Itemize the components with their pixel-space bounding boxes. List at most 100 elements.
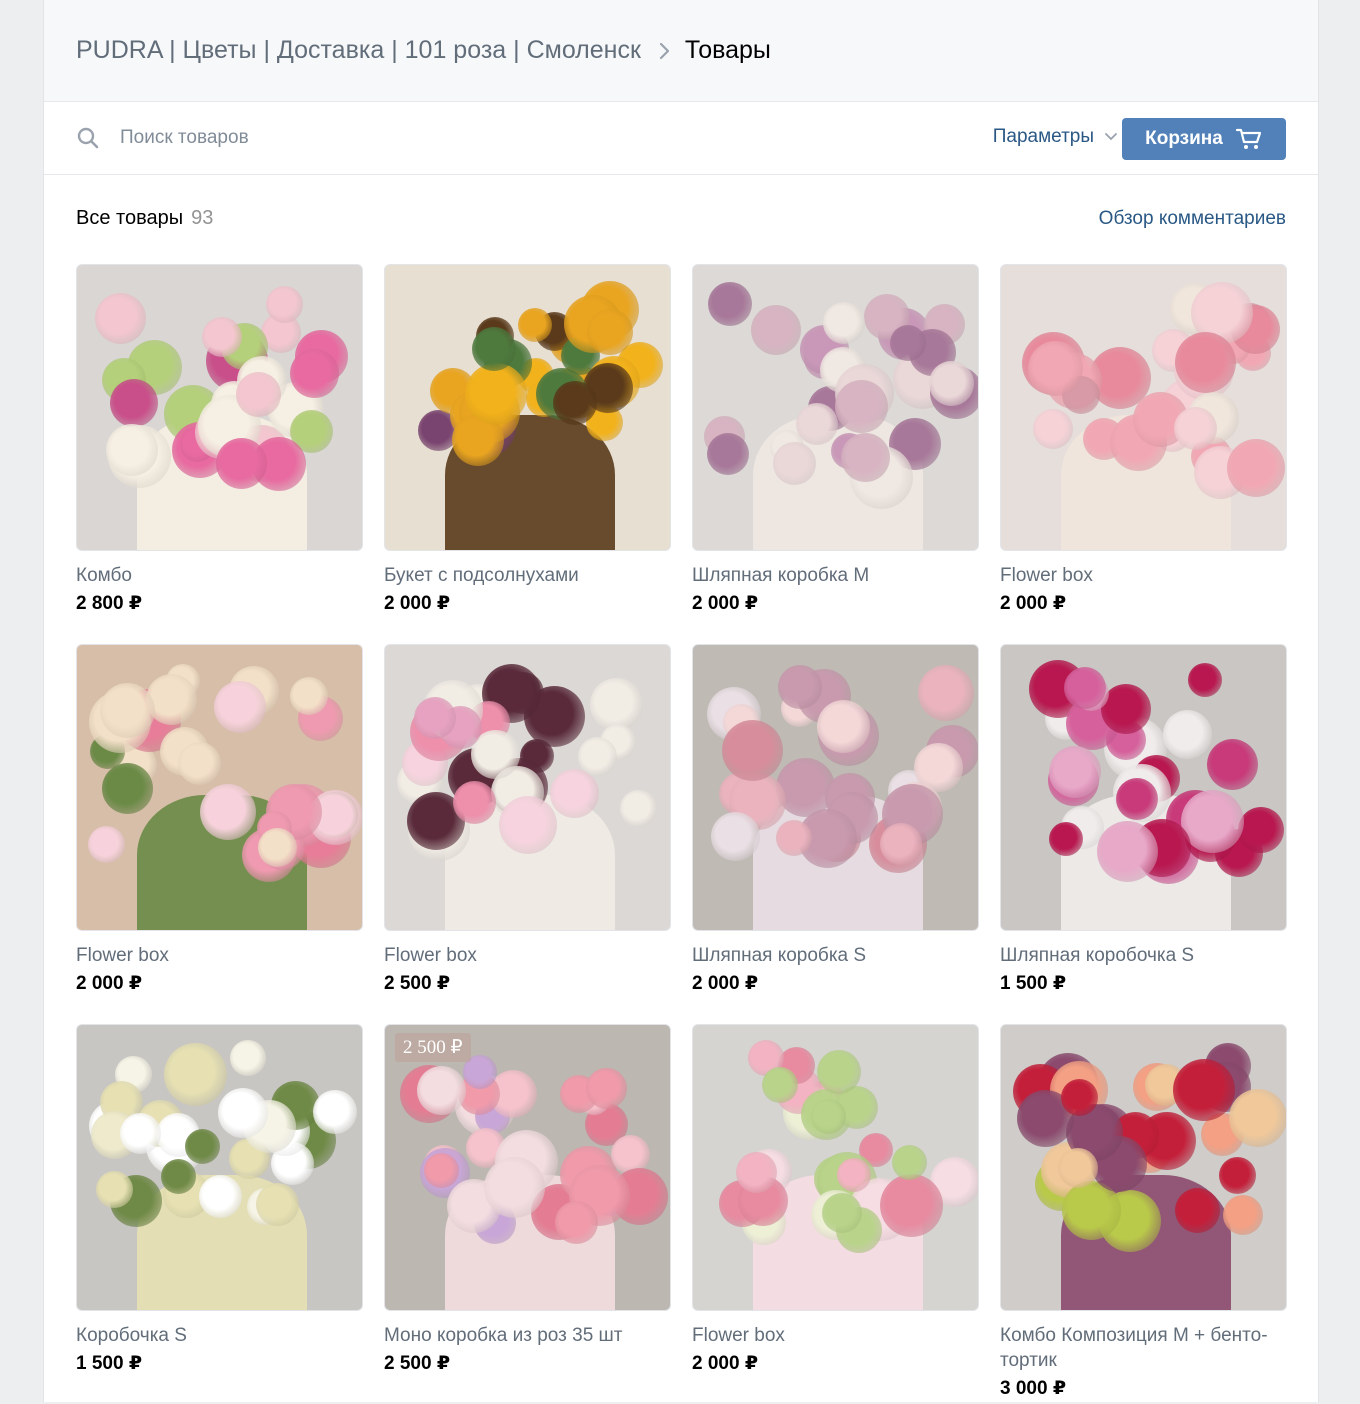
product-photo[interactable] — [1000, 1024, 1287, 1311]
product-card[interactable]: Комбо 2 800 ₽ — [76, 264, 363, 644]
product-card[interactable]: Flower box 2 000 ₽ — [1000, 264, 1287, 644]
flower-shape — [100, 683, 155, 738]
flower-shape — [465, 363, 527, 425]
product-card[interactable]: Шляпная коробочка S 1 500 ₽ — [1000, 644, 1287, 1024]
product-name[interactable]: Шляпная коробка M — [692, 563, 979, 588]
flower-shape — [518, 308, 552, 342]
flower-shape — [218, 1088, 268, 1138]
product-card[interactable]: 2 500 ₽ Моно коробка из роз 35 шт 2 500 ₽ — [384, 1024, 671, 1404]
product-photo[interactable]: 2 500 ₽ — [384, 1024, 671, 1311]
flower-shape — [1097, 821, 1158, 882]
flower-shape — [214, 681, 266, 733]
product-photo[interactable] — [384, 644, 671, 931]
flower-shape — [823, 302, 865, 344]
product-photo[interactable] — [692, 1024, 979, 1311]
product-name[interactable]: Комбо — [76, 563, 363, 588]
flower-shape — [822, 1193, 862, 1233]
flower-shape — [578, 737, 617, 776]
product-price: 2 000 ₽ — [1000, 593, 1067, 614]
flower-shape — [722, 720, 783, 781]
product-name[interactable]: Flower box — [1000, 563, 1287, 588]
product-price: 3 000 ₽ — [1000, 1378, 1067, 1399]
flower-shape — [1064, 667, 1106, 709]
product-photo[interactable] — [692, 644, 979, 931]
flower-shape — [161, 1159, 196, 1194]
product-photo[interactable] — [1000, 264, 1287, 551]
review-comments-link[interactable]: Обзор комментариев — [1099, 208, 1286, 230]
product-price: 2 500 ₽ — [384, 973, 451, 994]
product-card[interactable]: Flower box 2 500 ₽ — [384, 644, 671, 1024]
product-card[interactable]: Комбо Композиция M + бенто-тортик 3 000 ₽ — [1000, 1024, 1287, 1404]
flower-shape — [95, 293, 146, 344]
toolbar: Параметры Корзина — [44, 102, 1318, 175]
flower-shape — [164, 1043, 227, 1106]
search-input[interactable] — [120, 127, 620, 149]
product-photo[interactable] — [692, 264, 979, 551]
flower-shape — [120, 1113, 161, 1154]
flower-shape — [1058, 1148, 1098, 1188]
product-price: 2 800 ₽ — [76, 593, 143, 614]
flower-shape — [811, 1099, 846, 1134]
flower-shape — [417, 1066, 466, 1115]
params-label: Параметры — [992, 126, 1094, 147]
product-card[interactable]: Шляпная коробка M 2 000 ₽ — [692, 264, 979, 644]
product-photo[interactable] — [76, 264, 363, 551]
chevron-down-icon — [1104, 132, 1118, 142]
flower-shape — [106, 424, 158, 476]
product-price: 2 000 ₽ — [76, 973, 143, 994]
flower-shape — [236, 372, 281, 417]
flower-shape — [711, 812, 760, 861]
flower-shape — [1028, 341, 1083, 396]
flower-shape — [185, 1129, 220, 1164]
flower-shape — [1116, 778, 1158, 820]
product-card[interactable]: Flower box 2 000 ₽ — [692, 1024, 979, 1404]
flower-shape — [773, 442, 816, 485]
product-name[interactable]: Моно коробка из роз 35 шт — [384, 1323, 671, 1348]
flower-shape — [216, 438, 267, 489]
product-card[interactable]: Шляпная коробка S 2 000 ₽ — [692, 644, 979, 1024]
product-price: 2 000 ₽ — [692, 1353, 759, 1374]
product-card[interactable]: Flower box 2 000 ₽ — [76, 644, 363, 1024]
product-price: 2 000 ₽ — [384, 593, 451, 614]
product-card[interactable]: Коробочка S 1 500 ₽ — [76, 1024, 363, 1404]
product-name[interactable]: Комбо Композиция M + бенто-тортик — [1000, 1323, 1287, 1373]
flower-shape — [424, 1153, 459, 1188]
flower-shape — [472, 327, 516, 371]
product-price: 2 500 ₽ — [384, 1353, 451, 1374]
flower-shape — [1175, 1188, 1220, 1233]
product-photo[interactable] — [1000, 644, 1287, 931]
flower-shape — [550, 769, 599, 818]
flower-shape — [1163, 710, 1212, 759]
flower-shape — [1033, 409, 1073, 449]
breadcrumb-group-link[interactable]: PUDRA | Цветы | Доставка | 101 роза | См… — [76, 36, 641, 65]
product-name[interactable]: Букет с подсолнухами — [384, 563, 671, 588]
flower-shape — [555, 1201, 598, 1244]
product-photo[interactable] — [76, 1024, 363, 1311]
section-title: Все товары 93 — [76, 207, 213, 230]
params-dropdown[interactable]: Параметры — [993, 126, 1118, 148]
flower-shape — [837, 1158, 871, 1192]
flower-shape — [880, 823, 922, 865]
flower-shape — [890, 325, 926, 361]
product-name[interactable]: Flower box — [76, 943, 363, 968]
cart-button[interactable]: Корзина — [1122, 118, 1286, 160]
flower-shape — [290, 349, 339, 398]
flower-shape — [102, 763, 153, 814]
product-price: 1 500 ₽ — [1000, 973, 1067, 994]
flower-shape — [1207, 739, 1258, 790]
product-name[interactable]: Flower box — [692, 1323, 979, 1348]
flower-shape — [762, 1067, 798, 1103]
flower-shape — [835, 380, 888, 433]
product-photo[interactable] — [76, 644, 363, 931]
breadcrumb: PUDRA | Цветы | Доставка | 101 роза | См… — [44, 0, 1318, 102]
flower-shape — [202, 317, 242, 357]
product-name[interactable]: Коробочка S — [76, 1323, 363, 1348]
flower-shape — [1238, 807, 1284, 853]
flower-shape — [96, 1171, 133, 1208]
product-photo[interactable] — [384, 264, 671, 551]
product-name[interactable]: Шляпная коробка S — [692, 943, 979, 968]
flower-shape — [1175, 332, 1236, 393]
product-name[interactable]: Flower box — [384, 943, 671, 968]
product-card[interactable]: Букет с подсолнухами 2 000 ₽ — [384, 264, 671, 644]
product-name[interactable]: Шляпная коробочка S — [1000, 943, 1287, 968]
